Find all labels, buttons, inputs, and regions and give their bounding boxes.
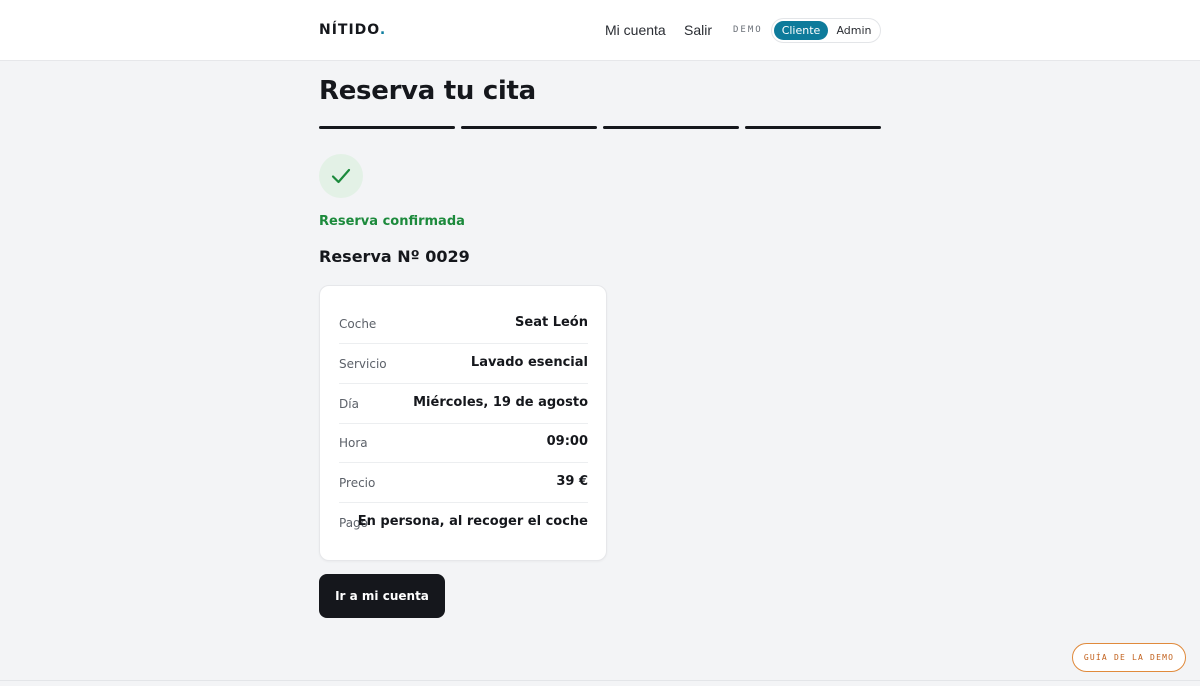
detail-value: Lavado esencial bbox=[470, 355, 588, 370]
detail-value: Seat León bbox=[515, 315, 588, 330]
footer-divider bbox=[0, 680, 1200, 681]
booking-number: Reserva Nº 0029 bbox=[319, 247, 470, 266]
detail-label: Precio bbox=[339, 476, 376, 490]
detail-value: En persona, al recoger el coche bbox=[357, 514, 588, 529]
detail-row-servicio: Servicio Lavado esencial bbox=[339, 344, 588, 384]
detail-value: Miércoles, 19 de agosto bbox=[413, 395, 588, 410]
go-to-account-button[interactable]: Ir a mi cuenta bbox=[319, 574, 445, 618]
booking-summary-card: Coche Seat León Servicio Lavado esencial… bbox=[319, 285, 607, 561]
booking-status: Reserva confirmada bbox=[319, 214, 465, 229]
success-check-icon bbox=[319, 154, 363, 198]
detail-label: Hora bbox=[339, 436, 368, 450]
mode-option-admin[interactable]: Admin bbox=[830, 21, 878, 40]
nav-logout-link[interactable]: Salir bbox=[684, 22, 712, 38]
detail-row-pago: Pago En persona, al recoger el coche bbox=[339, 503, 588, 543]
demo-label: DEMO bbox=[733, 25, 763, 35]
progress-steps bbox=[319, 126, 881, 129]
detail-value: 09:00 bbox=[546, 434, 588, 449]
brand-logo[interactable]: NÍTIDO. bbox=[319, 22, 386, 38]
step-2-indicator bbox=[461, 126, 597, 129]
demo-guide-button[interactable]: GUÍA DE LA DEMO bbox=[1072, 643, 1186, 672]
nav-my-account-link[interactable]: Mi cuenta bbox=[605, 22, 666, 38]
detail-row-hora: Hora 09:00 bbox=[339, 423, 588, 463]
step-3-indicator bbox=[603, 126, 739, 129]
detail-label: Día bbox=[339, 397, 359, 411]
detail-label: Coche bbox=[339, 317, 377, 331]
top-header: NÍTIDO. Mi cuenta Salir DEMO Cliente Adm… bbox=[0, 0, 1200, 61]
detail-value: 39 € bbox=[556, 474, 588, 489]
mode-option-cliente[interactable]: Cliente bbox=[774, 21, 828, 40]
step-4-indicator bbox=[745, 126, 881, 129]
detail-row-precio: Precio 39 € bbox=[339, 463, 588, 503]
mode-toggle: Cliente Admin bbox=[771, 18, 881, 43]
detail-row-coche: Coche Seat León bbox=[339, 304, 588, 344]
page-title: Reserva tu cita bbox=[319, 76, 536, 106]
detail-row-dia: Día Miércoles, 19 de agosto bbox=[339, 384, 588, 424]
step-1-indicator bbox=[319, 126, 455, 129]
detail-label: Servicio bbox=[339, 357, 387, 371]
